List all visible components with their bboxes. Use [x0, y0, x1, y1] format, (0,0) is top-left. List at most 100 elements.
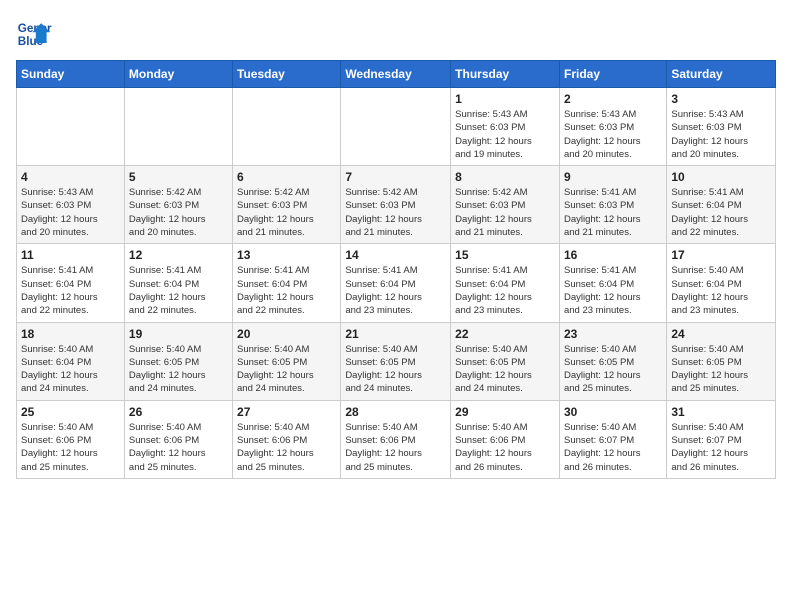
- calendar-cell: 18 Sunrise: 5:40 AM Sunset: 6:04 PM Dayli…: [17, 322, 125, 400]
- day-number: 24: [671, 327, 771, 341]
- calendar-table: SundayMondayTuesdayWednesdayThursdayFrid…: [16, 60, 776, 479]
- calendar-cell: 15 Sunrise: 5:41 AM Sunset: 6:04 PM Dayli…: [451, 244, 560, 322]
- day-detail: Sunrise: 5:41 AM Sunset: 6:04 PM Dayligh…: [455, 264, 555, 317]
- day-number: 6: [237, 170, 336, 184]
- calendar-cell: [233, 88, 341, 166]
- calendar-cell: 27 Sunrise: 5:40 AM Sunset: 6:06 PM Dayli…: [233, 400, 341, 478]
- calendar-cell: 4 Sunrise: 5:43 AM Sunset: 6:03 PM Daylig…: [17, 166, 125, 244]
- weekday-header-friday: Friday: [559, 61, 666, 88]
- weekday-header-sunday: Sunday: [17, 61, 125, 88]
- day-number: 30: [564, 405, 662, 419]
- day-number: 15: [455, 248, 555, 262]
- calendar-cell: 11 Sunrise: 5:41 AM Sunset: 6:04 PM Dayli…: [17, 244, 125, 322]
- day-detail: Sunrise: 5:41 AM Sunset: 6:04 PM Dayligh…: [237, 264, 336, 317]
- day-number: 22: [455, 327, 555, 341]
- day-detail: Sunrise: 5:40 AM Sunset: 6:05 PM Dayligh…: [237, 343, 336, 396]
- day-detail: Sunrise: 5:40 AM Sunset: 6:05 PM Dayligh…: [345, 343, 446, 396]
- calendar-cell: 8Sunrise: 5:42 AM Sunset: 6:03 PM Daylig…: [451, 166, 560, 244]
- calendar-cell: 7 Sunrise: 5:42 AM Sunset: 6:03 PM Daylig…: [341, 166, 451, 244]
- day-number: 28: [345, 405, 446, 419]
- weekday-header-thursday: Thursday: [451, 61, 560, 88]
- day-detail: Sunrise: 5:40 AM Sunset: 6:04 PM Dayligh…: [21, 343, 120, 396]
- day-number: 18: [21, 327, 120, 341]
- day-detail: Sunrise: 5:40 AM Sunset: 6:07 PM Dayligh…: [564, 421, 662, 474]
- calendar-cell: [124, 88, 232, 166]
- day-detail: Sunrise: 5:42 AM Sunset: 6:03 PM Dayligh…: [237, 186, 336, 239]
- day-detail: Sunrise: 5:41 AM Sunset: 6:04 PM Dayligh…: [671, 186, 771, 239]
- day-detail: Sunrise: 5:40 AM Sunset: 6:06 PM Dayligh…: [237, 421, 336, 474]
- calendar-cell: 29 Sunrise: 5:40 AM Sunset: 6:06 PM Dayli…: [451, 400, 560, 478]
- logo-icon: General Blue: [16, 16, 52, 52]
- day-number: 10: [671, 170, 771, 184]
- day-detail: Sunrise: 5:40 AM Sunset: 6:05 PM Dayligh…: [671, 343, 771, 396]
- day-detail: Sunrise: 5:40 AM Sunset: 6:06 PM Dayligh…: [455, 421, 555, 474]
- day-number: 8: [455, 170, 555, 184]
- calendar-cell: [17, 88, 125, 166]
- calendar-cell: 25Sunrise: 5:40 AM Sunset: 6:06 PM Dayli…: [17, 400, 125, 478]
- day-detail: Sunrise: 5:43 AM Sunset: 6:03 PM Dayligh…: [671, 108, 771, 161]
- calendar-cell: 28 Sunrise: 5:40 AM Sunset: 6:06 PM Dayli…: [341, 400, 451, 478]
- day-detail: Sunrise: 5:42 AM Sunset: 6:03 PM Dayligh…: [345, 186, 446, 239]
- day-detail: Sunrise: 5:41 AM Sunset: 6:04 PM Dayligh…: [564, 264, 662, 317]
- calendar-cell: 23 Sunrise: 5:40 AM Sunset: 6:05 PM Dayli…: [559, 322, 666, 400]
- weekday-header-saturday: Saturday: [667, 61, 776, 88]
- calendar-cell: 16 Sunrise: 5:41 AM Sunset: 6:04 PM Dayli…: [559, 244, 666, 322]
- day-number: 13: [237, 248, 336, 262]
- calendar-cell: 19 Sunrise: 5:40 AM Sunset: 6:05 PM Dayli…: [124, 322, 232, 400]
- calendar-cell: 9 Sunrise: 5:41 AM Sunset: 6:03 PM Daylig…: [559, 166, 666, 244]
- day-number: 17: [671, 248, 771, 262]
- day-number: 19: [129, 327, 228, 341]
- day-detail: Sunrise: 5:41 AM Sunset: 6:04 PM Dayligh…: [345, 264, 446, 317]
- day-number: 3: [671, 92, 771, 106]
- day-detail: Sunrise: 5:40 AM Sunset: 6:06 PM Dayligh…: [21, 421, 120, 474]
- day-number: 11: [21, 248, 120, 262]
- calendar-cell: 1Sunrise: 5:43 AM Sunset: 6:03 PM Daylig…: [451, 88, 560, 166]
- day-detail: Sunrise: 5:42 AM Sunset: 6:03 PM Dayligh…: [129, 186, 228, 239]
- day-detail: Sunrise: 5:40 AM Sunset: 6:04 PM Dayligh…: [671, 264, 771, 317]
- day-detail: Sunrise: 5:40 AM Sunset: 6:05 PM Dayligh…: [129, 343, 228, 396]
- calendar-cell: 22 Sunrise: 5:40 AM Sunset: 6:05 PM Dayli…: [451, 322, 560, 400]
- day-number: 7: [345, 170, 446, 184]
- calendar-cell: 17 Sunrise: 5:40 AM Sunset: 6:04 PM Dayli…: [667, 244, 776, 322]
- weekday-header-tuesday: Tuesday: [233, 61, 341, 88]
- calendar-cell: 21 Sunrise: 5:40 AM Sunset: 6:05 PM Dayli…: [341, 322, 451, 400]
- page-header: General Blue: [16, 16, 776, 52]
- calendar-cell: 13 Sunrise: 5:41 AM Sunset: 6:04 PM Dayli…: [233, 244, 341, 322]
- calendar-cell: 5 Sunrise: 5:42 AM Sunset: 6:03 PM Daylig…: [124, 166, 232, 244]
- logo: General Blue: [16, 16, 52, 52]
- day-detail: Sunrise: 5:41 AM Sunset: 6:03 PM Dayligh…: [564, 186, 662, 239]
- day-number: 27: [237, 405, 336, 419]
- day-number: 12: [129, 248, 228, 262]
- calendar-cell: 24 Sunrise: 5:40 AM Sunset: 6:05 PM Dayli…: [667, 322, 776, 400]
- calendar-cell: 6 Sunrise: 5:42 AM Sunset: 6:03 PM Daylig…: [233, 166, 341, 244]
- day-number: 9: [564, 170, 662, 184]
- svg-text:General: General: [18, 22, 52, 35]
- calendar-cell: 3 Sunrise: 5:43 AM Sunset: 6:03 PM Daylig…: [667, 88, 776, 166]
- day-number: 1: [455, 92, 555, 106]
- day-detail: Sunrise: 5:43 AM Sunset: 6:03 PM Dayligh…: [21, 186, 120, 239]
- calendar-cell: 2Sunrise: 5:43 AM Sunset: 6:03 PM Daylig…: [559, 88, 666, 166]
- calendar-cell: 30 Sunrise: 5:40 AM Sunset: 6:07 PM Dayli…: [559, 400, 666, 478]
- day-number: 29: [455, 405, 555, 419]
- day-detail: Sunrise: 5:40 AM Sunset: 6:06 PM Dayligh…: [345, 421, 446, 474]
- day-number: 23: [564, 327, 662, 341]
- day-detail: Sunrise: 5:41 AM Sunset: 6:04 PM Dayligh…: [129, 264, 228, 317]
- calendar-cell: 10 Sunrise: 5:41 AM Sunset: 6:04 PM Dayli…: [667, 166, 776, 244]
- day-detail: Sunrise: 5:40 AM Sunset: 6:05 PM Dayligh…: [455, 343, 555, 396]
- day-detail: Sunrise: 5:40 AM Sunset: 6:05 PM Dayligh…: [564, 343, 662, 396]
- day-number: 4: [21, 170, 120, 184]
- day-number: 5: [129, 170, 228, 184]
- day-detail: Sunrise: 5:41 AM Sunset: 6:04 PM Dayligh…: [21, 264, 120, 317]
- day-detail: Sunrise: 5:40 AM Sunset: 6:06 PM Dayligh…: [129, 421, 228, 474]
- calendar-cell: 20Sunrise: 5:40 AM Sunset: 6:05 PM Dayli…: [233, 322, 341, 400]
- weekday-header-wednesday: Wednesday: [341, 61, 451, 88]
- weekday-header-monday: Monday: [124, 61, 232, 88]
- day-number: 16: [564, 248, 662, 262]
- day-detail: Sunrise: 5:43 AM Sunset: 6:03 PM Dayligh…: [564, 108, 662, 161]
- calendar-cell: 26Sunrise: 5:40 AM Sunset: 6:06 PM Dayli…: [124, 400, 232, 478]
- calendar-cell: 12 Sunrise: 5:41 AM Sunset: 6:04 PM Dayli…: [124, 244, 232, 322]
- day-number: 14: [345, 248, 446, 262]
- calendar-cell: 14 Sunrise: 5:41 AM Sunset: 6:04 PM Dayli…: [341, 244, 451, 322]
- day-number: 31: [671, 405, 771, 419]
- day-number: 21: [345, 327, 446, 341]
